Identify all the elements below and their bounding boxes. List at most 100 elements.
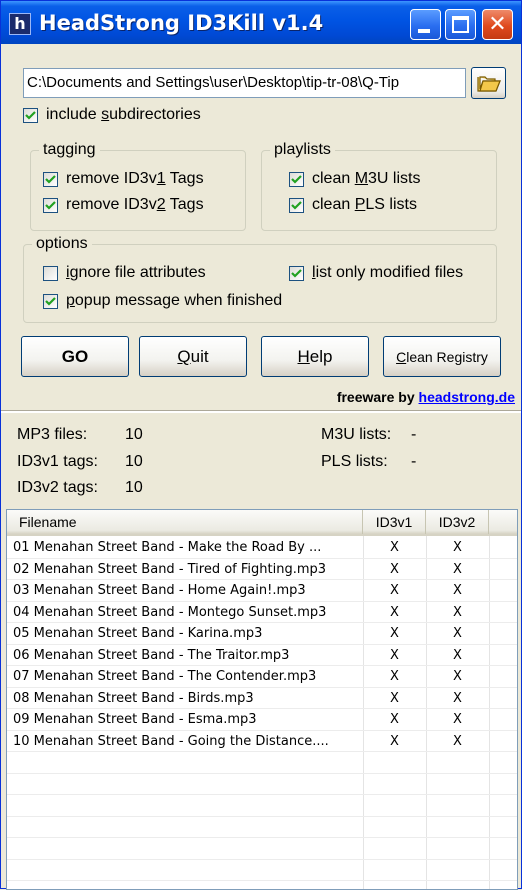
filename-cell: 07 Menahan Street Band - The Contender.m… [13, 669, 317, 684]
table-row[interactable]: 08 Menahan Street Band - Birds.mp3 X X [7, 688, 517, 709]
list-header: Filename ID3v1 ID3v2 [7, 510, 517, 536]
close-button[interactable]: ✕ [482, 9, 513, 40]
headstrong-link[interactable]: headstrong.de [419, 389, 515, 405]
options-group: options [23, 234, 497, 323]
id3v2-cell: X [453, 626, 462, 641]
clean-pls-checkbox[interactable]: clean PLS lists [289, 195, 417, 215]
id3v1-tags-label: ID3v1 tags: [17, 453, 98, 470]
filename-cell: 01 Menahan Street Band - Make the Road B… [13, 540, 322, 555]
table-row[interactable]: 09 Menahan Street Band - Esma.mp3 X X [7, 709, 517, 730]
id3v2-cell: X [453, 561, 462, 577]
ignore-file-attributes-checkbox[interactable]: ignore file attributes [43, 263, 206, 283]
id3v1-cell: X [390, 540, 399, 555]
checkbox-box[interactable] [43, 293, 58, 309]
checkbox-label: clean PLS lists [312, 196, 417, 213]
checkbox-label: include subdirectories [46, 106, 201, 123]
m3u-lists-label: M3U lists: [321, 426, 392, 443]
title-bar[interactable]: h HeadStrong ID3Kill v1.4 ✕ [1, 1, 521, 44]
close-icon: ✕ [488, 12, 507, 37]
checkbox-label: remove ID3v1 Tags [66, 170, 204, 187]
maximize-button[interactable] [445, 9, 476, 40]
id3v1-cell: X [390, 712, 399, 727]
id3v1-tags-value: 10 [125, 453, 143, 470]
pls-lists-value: - [411, 453, 417, 470]
id3v2-cell: X [453, 669, 462, 684]
filename-cell: 04 Menahan Street Band - Montego Sunset.… [13, 604, 327, 620]
checkbox-label: list only modified files [312, 264, 464, 281]
id3v2-cell: X [453, 712, 462, 727]
window-title: HeadStrong ID3Kill v1.4 [39, 11, 324, 35]
filename-cell: 08 Menahan Street Band - Birds.mp3 [13, 690, 254, 706]
popup-message-checkbox[interactable]: popup message when finished [43, 291, 282, 311]
table-row[interactable]: 01 Menahan Street Band - Make the Road B… [7, 537, 517, 558]
table-row[interactable]: 06 Menahan Street Band - The Traitor.mp3… [7, 645, 517, 666]
checkbox-box[interactable] [43, 171, 58, 187]
id3v1-cell: X [390, 733, 399, 749]
id3v2-tags-label: ID3v2 tags: [17, 479, 98, 496]
group-title: playlists [270, 140, 335, 160]
list-only-modified-checkbox[interactable]: list only modified files [289, 263, 463, 283]
id3v1-cell: X [390, 604, 399, 620]
id3v1-cell: X [390, 583, 399, 598]
id3v1-cell: X [390, 669, 399, 684]
freeware-credit: freeware by headstrong.de [336, 389, 515, 405]
checkbox-box[interactable] [43, 197, 58, 213]
id3v2-tags-value: 10 [125, 479, 143, 496]
folder-open-icon [477, 76, 501, 92]
column-header-id3v1[interactable]: ID3v1 [363, 510, 426, 534]
column-header-filename[interactable]: Filename [7, 510, 363, 534]
id3v1-cell: X [390, 626, 399, 641]
filename-cell: 03 Menahan Street Band - Home Again!.mp3 [13, 583, 306, 598]
filename-cell: 02 Menahan Street Band - Tired of Fighti… [13, 561, 327, 577]
checkbox-box[interactable] [23, 107, 38, 123]
app-window: h HeadStrong ID3Kill v1.4 ✕ C:\Documents… [0, 0, 522, 890]
include-subdirectories-checkbox[interactable]: include subdirectories [23, 105, 201, 125]
remove-id3v2-checkbox[interactable]: remove ID3v2 Tags [43, 195, 204, 215]
file-list[interactable]: Filename ID3v1 ID3v2 01 Menahan Street B… [6, 509, 518, 890]
go-button[interactable]: GO [21, 336, 129, 377]
table-row[interactable]: 05 Menahan Street Band - Karina.mp3 X X [7, 623, 517, 644]
id3v2-cell: X [453, 604, 462, 620]
checkbox-box[interactable] [43, 265, 58, 281]
table-row[interactable]: 04 Menahan Street Band - Montego Sunset.… [7, 602, 517, 623]
id3v1-cell: X [390, 561, 399, 577]
id3v2-cell: X [453, 647, 462, 663]
app-icon: h [9, 13, 31, 35]
filename-cell: 06 Menahan Street Band - The Traitor.mp3 [13, 647, 290, 663]
quit-button[interactable]: Quit [139, 336, 247, 377]
grid-line [7, 772, 517, 774]
browse-folder-button[interactable] [471, 67, 506, 99]
grid-line [7, 815, 517, 817]
checkbox-box[interactable] [289, 265, 304, 281]
grid-line [7, 837, 517, 838]
pls-lists-label: PLS lists: [321, 453, 388, 470]
clean-registry-button[interactable]: Clean Registry [383, 336, 501, 377]
grid-line [7, 794, 517, 795]
table-row[interactable]: 07 Menahan Street Band - The Contender.m… [7, 666, 517, 687]
remove-id3v1-checkbox[interactable]: remove ID3v1 Tags [43, 169, 204, 189]
filename-cell: 05 Menahan Street Band - Karina.mp3 [13, 626, 263, 641]
path-input[interactable]: C:\Documents and Settings\user\Desktop\t… [23, 68, 466, 98]
clean-m3u-checkbox[interactable]: clean M3U lists [289, 169, 420, 189]
filename-cell: 09 Menahan Street Band - Esma.mp3 [13, 712, 257, 727]
minimize-icon [418, 29, 430, 33]
help-button[interactable]: Help [261, 336, 369, 377]
checkbox-label: ignore file attributes [66, 264, 206, 281]
checkbox-label: remove ID3v2 Tags [66, 196, 204, 213]
column-header-id3v2[interactable]: ID3v2 [426, 510, 489, 534]
checkbox-label: clean M3U lists [312, 170, 421, 187]
id3v1-cell: X [390, 647, 399, 663]
id3v2-cell: X [453, 733, 462, 749]
checkbox-label: popup message when finished [66, 292, 283, 309]
playlists-group: playlists [261, 140, 497, 231]
table-row[interactable]: 10 Menahan Street Band - Going the Dista… [7, 731, 517, 752]
table-row[interactable]: 02 Menahan Street Band - Tired of Fighti… [7, 559, 517, 580]
checkbox-box[interactable] [289, 197, 304, 213]
minimize-button[interactable] [410, 9, 441, 40]
mp3-files-value: 10 [125, 426, 143, 443]
mp3-files-label: MP3 files: [17, 426, 88, 443]
group-title: options [32, 234, 92, 254]
table-row[interactable]: 03 Menahan Street Band - Home Again!.mp3… [7, 580, 517, 601]
checkbox-box[interactable] [289, 171, 304, 187]
id3v2-cell: X [453, 583, 462, 598]
